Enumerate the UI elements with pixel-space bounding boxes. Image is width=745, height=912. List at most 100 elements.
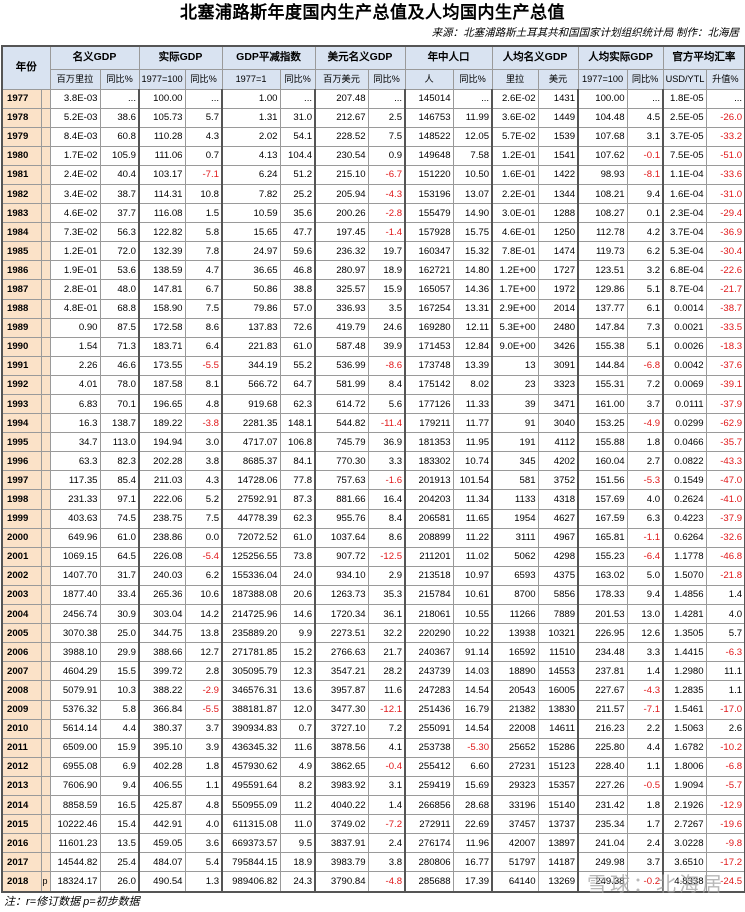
data-cell: 7.5 bbox=[184, 508, 224, 529]
data-cell: 1.8E-05 bbox=[662, 88, 707, 109]
revision-flag-cell bbox=[40, 642, 51, 663]
table-row: 1977 3.8E-03... 100.00... 1.00... 207.48... 1… bbox=[1, 88, 745, 109]
data-cell: 649.96 bbox=[49, 527, 101, 548]
data-cell: 0.0299 bbox=[662, 413, 707, 434]
data-cell: 183.71 bbox=[138, 336, 186, 357]
data-cell: 3.0228 bbox=[662, 833, 707, 854]
data-cell: 211.57 bbox=[577, 699, 628, 720]
data-cell: 1.4 bbox=[626, 661, 665, 682]
data-cell: 3837.91 bbox=[314, 833, 369, 854]
data-cell: -8.6 bbox=[367, 355, 407, 376]
revision-flag-cell bbox=[40, 737, 51, 758]
data-cell: 27592.91 bbox=[221, 489, 281, 510]
data-cell: 38.6 bbox=[99, 107, 141, 128]
data-cell: 13.39 bbox=[452, 355, 494, 376]
data-cell: 402.28 bbox=[138, 756, 186, 777]
data-cell: 73.8 bbox=[279, 546, 317, 567]
data-cell: 3.6E-02 bbox=[491, 107, 539, 128]
data-cell: 145014 bbox=[404, 88, 454, 109]
data-cell: 1.1 bbox=[184, 775, 224, 796]
data-cell: 12.11 bbox=[452, 317, 494, 338]
data-cell: 13269 bbox=[537, 871, 580, 893]
data-cell: 103.17 bbox=[138, 164, 186, 185]
data-cell: -33.5 bbox=[705, 317, 745, 338]
data-cell: 2480 bbox=[537, 317, 580, 338]
data-cell: 24.6 bbox=[367, 317, 407, 338]
year-cell: 2008 bbox=[1, 680, 42, 701]
sub-header: 里拉 bbox=[491, 68, 539, 90]
data-cell: 234.48 bbox=[577, 642, 628, 663]
data-cell: 6.24 bbox=[221, 164, 281, 185]
data-cell: 27231 bbox=[491, 756, 539, 777]
data-cell: 101.54 bbox=[452, 470, 494, 491]
data-cell: 4318 bbox=[537, 489, 580, 510]
data-cell: -2.9 bbox=[184, 680, 224, 701]
data-cell: 3.8E-03 bbox=[49, 88, 101, 109]
year-cell: 1988 bbox=[1, 298, 42, 319]
data-cell: 151220 bbox=[404, 164, 454, 185]
data-cell: 54.1 bbox=[279, 126, 317, 147]
data-cell: 46.6 bbox=[99, 355, 141, 376]
data-cell: 178.33 bbox=[577, 584, 628, 606]
data-cell: 2.8E-01 bbox=[49, 279, 101, 300]
data-cell: 1474 bbox=[537, 241, 580, 262]
data-cell: -6.8 bbox=[705, 756, 745, 777]
data-cell: 2281.35 bbox=[221, 413, 281, 434]
data-cell: 36.65 bbox=[221, 260, 281, 281]
data-cell: 544.82 bbox=[314, 413, 369, 434]
data-cell: 5.0 bbox=[626, 565, 665, 586]
data-cell: 18.9 bbox=[279, 852, 317, 873]
data-cell: 196.65 bbox=[138, 393, 186, 415]
data-cell: 39 bbox=[491, 393, 539, 415]
revision-flag-cell bbox=[40, 718, 51, 739]
data-cell: 11.34 bbox=[452, 489, 494, 510]
sub-header: 1977=100 bbox=[577, 68, 628, 90]
data-cell: 7889 bbox=[537, 604, 580, 625]
data-cell: 21382 bbox=[491, 699, 539, 720]
data-cell: 4.13 bbox=[221, 145, 281, 166]
data-cell: 230.54 bbox=[314, 145, 369, 166]
data-cell: 581 bbox=[491, 470, 539, 491]
data-cell: 38.7 bbox=[99, 183, 141, 205]
data-cell: 1407.70 bbox=[49, 565, 101, 586]
data-cell: 236.32 bbox=[314, 241, 369, 262]
data-cell: -21.8 bbox=[705, 565, 745, 586]
data-cell: 11.33 bbox=[452, 393, 494, 415]
year-cell: 2010 bbox=[1, 718, 42, 739]
revision-flag-cell bbox=[40, 508, 51, 529]
revision-flag-cell bbox=[40, 336, 51, 357]
data-cell: 3.7 bbox=[184, 718, 224, 739]
table-row: 2002 1407.70 31.7 240.03 6.2 155336.04 24.0 934… bbox=[1, 565, 745, 586]
data-cell: 11.96 bbox=[452, 833, 494, 854]
year-cell: 1995 bbox=[1, 432, 42, 453]
data-cell: 165057 bbox=[404, 279, 454, 300]
revision-flag-cell bbox=[40, 489, 51, 510]
data-cell: ... bbox=[279, 88, 317, 109]
table-row: 1999 403.63 74.5 238.75 7.5 44778.39 62.3 955.7… bbox=[1, 508, 745, 529]
year-cell: 1986 bbox=[1, 260, 42, 281]
data-cell: 5.7E-02 bbox=[491, 126, 539, 147]
data-cell: 107.68 bbox=[577, 126, 628, 147]
group-header-per-capita-real: 人均实际GDP bbox=[577, 45, 664, 70]
data-cell: 105.9 bbox=[99, 145, 141, 166]
table-row: 1984 7.3E-02 56.3 122.82 5.8 15.65 47.7 197.45-… bbox=[1, 222, 745, 243]
data-cell: 48.0 bbox=[99, 279, 141, 300]
data-cell: -8.1 bbox=[626, 164, 665, 185]
data-cell: 56.3 bbox=[99, 222, 141, 243]
data-cell: 1.3505 bbox=[662, 623, 707, 644]
data-cell: 7606.90 bbox=[49, 775, 101, 796]
data-cell: 12.05 bbox=[452, 126, 494, 147]
data-cell: 204203 bbox=[404, 489, 454, 510]
data-cell: 16.77 bbox=[452, 852, 494, 873]
table-row: 1992 4.01 78.0 187.58 8.1 566.72 64.7 581.99 8.4… bbox=[1, 374, 745, 396]
data-cell: 0.0042 bbox=[662, 355, 707, 376]
data-cell: 3111 bbox=[491, 527, 539, 548]
data-cell: 10.55 bbox=[452, 604, 494, 625]
data-cell: 25.2 bbox=[279, 183, 317, 205]
data-cell: 91 bbox=[491, 413, 539, 434]
data-cell: 1.4415 bbox=[662, 642, 707, 663]
data-cell: 24.0 bbox=[279, 565, 317, 586]
data-cell: 1.1E-04 bbox=[662, 164, 707, 185]
data-cell: 12.84 bbox=[452, 336, 494, 357]
data-cell: 757.63 bbox=[314, 470, 369, 491]
